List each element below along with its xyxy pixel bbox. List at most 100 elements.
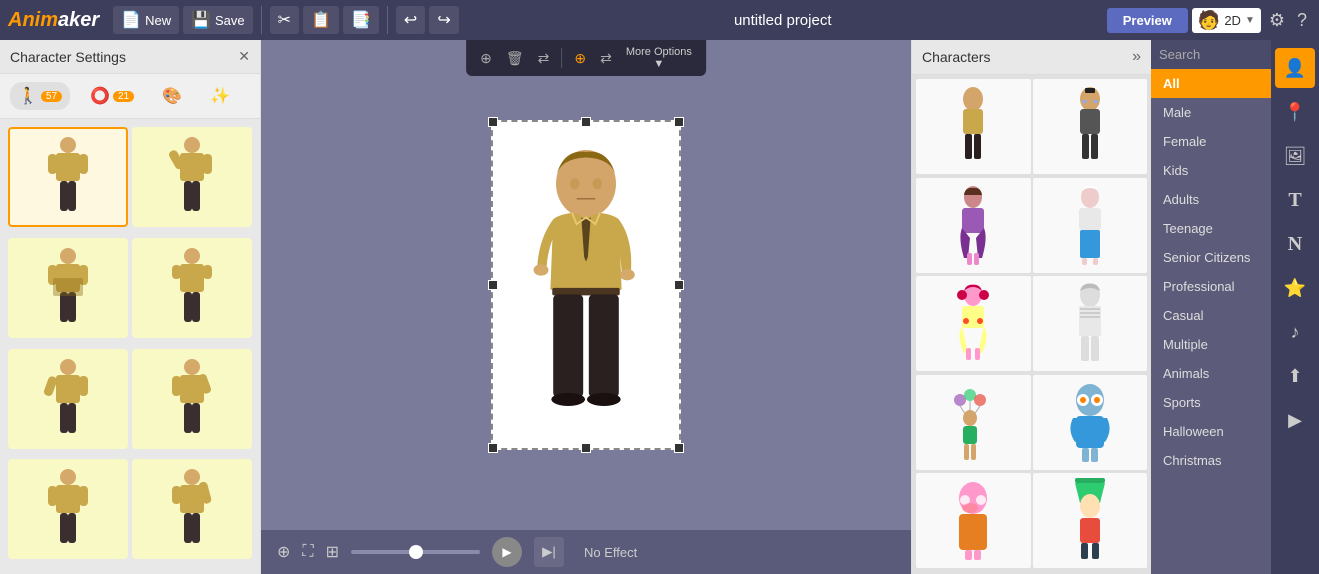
- cat-item-animals[interactable]: Animals: [1151, 359, 1271, 388]
- title-icon-button[interactable]: N: [1275, 224, 1315, 264]
- undo-button[interactable]: ↩: [396, 6, 425, 34]
- new-icon: 📄: [121, 10, 141, 30]
- delete-button[interactable]: 🗑: [500, 46, 530, 71]
- pose-svg-1: [38, 132, 98, 222]
- pose-item-8[interactable]: [132, 459, 252, 559]
- paste-button[interactable]: 📑: [343, 6, 379, 34]
- pose-item-6[interactable]: [132, 349, 252, 449]
- char-item-6[interactable]: [1033, 276, 1148, 371]
- handle-left-middle[interactable]: [488, 280, 498, 290]
- preview-button[interactable]: Preview: [1107, 8, 1188, 33]
- settings-button[interactable]: ⚙: [1265, 6, 1289, 35]
- flip-button[interactable]: ⇄: [532, 46, 556, 71]
- left-panel: Character Settings ✕ 🚶 57 ⭕ 21 🎨 ✨: [0, 40, 261, 574]
- characters-title: Characters: [922, 49, 990, 65]
- cat-item-casual[interactable]: Casual: [1151, 301, 1271, 330]
- main-area: Character Settings ✕ 🚶 57 ⭕ 21 🎨 ✨: [0, 40, 1319, 574]
- text-icon-button[interactable]: T: [1275, 180, 1315, 220]
- favorites-icon-button[interactable]: ⭐: [1275, 268, 1315, 308]
- characters-expand-button[interactable]: »: [1132, 48, 1141, 66]
- cat-item-christmas[interactable]: Christmas: [1151, 446, 1271, 475]
- cut-button[interactable]: ✂: [270, 6, 299, 34]
- location-icon-button[interactable]: 📍: [1275, 92, 1315, 132]
- pose-item-2[interactable]: [132, 127, 252, 227]
- cat-item-multiple[interactable]: Multiple: [1151, 330, 1271, 359]
- cat-item-teenage[interactable]: Teenage: [1151, 214, 1271, 243]
- help-button[interactable]: ?: [1293, 6, 1311, 35]
- char-item-3[interactable]: [916, 178, 1031, 273]
- handle-right-middle[interactable]: [674, 280, 684, 290]
- mode-selector[interactable]: 🧑 2D ▼: [1192, 8, 1261, 33]
- handle-bottom-left[interactable]: [488, 443, 498, 453]
- more-options-button[interactable]: More Options ▼: [620, 44, 698, 72]
- canvas[interactable]: [261, 40, 911, 530]
- char-item-10[interactable]: [1033, 473, 1148, 568]
- new-button[interactable]: 📄 New: [113, 6, 179, 34]
- icon-panel: 👤 📍 🖼 T N ⭐ ♪ ⬆ ▶: [1271, 40, 1319, 574]
- char-item-2[interactable]: [1033, 79, 1148, 174]
- panel-close-button[interactable]: ✕: [238, 48, 250, 65]
- cat-item-male[interactable]: Male: [1151, 98, 1271, 127]
- separator2: [387, 6, 388, 34]
- grid-button[interactable]: ⊞: [326, 542, 339, 562]
- colors-tab[interactable]: 🎨: [154, 82, 190, 110]
- save-icon: 💾: [191, 10, 211, 30]
- handle-top-right[interactable]: [674, 117, 684, 127]
- char-svg-10: [1065, 478, 1115, 563]
- pose-svg-2: [162, 132, 222, 222]
- pose-item-3[interactable]: [8, 238, 128, 338]
- image-icon: 🖼: [1284, 146, 1307, 167]
- copy-button[interactable]: 📋: [303, 6, 339, 34]
- pose-grid: [0, 119, 260, 574]
- cat-item-professional[interactable]: Professional: [1151, 272, 1271, 301]
- handle-bottom-middle[interactable]: [581, 443, 591, 453]
- cat-item-senior[interactable]: Senior Citizens: [1151, 243, 1271, 272]
- pose-item-5[interactable]: [8, 349, 128, 449]
- more-options-arrow: ▼: [653, 58, 664, 70]
- pose-svg-3: [38, 243, 98, 333]
- cat-item-sports[interactable]: Sports: [1151, 388, 1271, 417]
- char-item-1[interactable]: [916, 79, 1031, 174]
- pose-item-4[interactable]: [132, 238, 252, 338]
- characters-icon-button[interactable]: 👤: [1275, 48, 1315, 88]
- character-frame[interactable]: [491, 120, 681, 450]
- cat-item-kids[interactable]: Kids: [1151, 156, 1271, 185]
- cat-item-adults[interactable]: Adults: [1151, 185, 1271, 214]
- video-icon-button[interactable]: ▶: [1275, 400, 1315, 440]
- handle-top-middle[interactable]: [581, 117, 591, 127]
- char-item-8[interactable]: [1033, 375, 1148, 470]
- char-item-5[interactable]: fill: [916, 276, 1031, 371]
- swap-button[interactable]: ⇄: [594, 46, 618, 71]
- fit-view-button[interactable]: ⊕: [277, 542, 290, 562]
- zoom-slider[interactable]: [351, 550, 480, 554]
- characters-grid: fill: [912, 75, 1151, 574]
- cat-item-all[interactable]: All: [1151, 69, 1271, 98]
- cat-item-halloween[interactable]: Halloween: [1151, 417, 1271, 446]
- transform-button[interactable]: ⊕: [568, 46, 592, 71]
- cat-item-female[interactable]: Female: [1151, 127, 1271, 156]
- char-item-4[interactable]: [1033, 178, 1148, 273]
- cut-icon: ✂: [278, 10, 291, 30]
- copy-icon: 📋: [311, 10, 331, 30]
- music-icon-button[interactable]: ♪: [1275, 312, 1315, 352]
- align-button[interactable]: ⊕: [474, 46, 498, 71]
- play-button[interactable]: ▶: [492, 537, 522, 567]
- fullscreen-button[interactable]: ⛶: [302, 543, 313, 561]
- poses-tab[interactable]: 🚶 57: [10, 82, 70, 110]
- category-list: All Male Female Kids Adults Teenage Seni…: [1151, 69, 1271, 574]
- pose-svg-5: [38, 354, 98, 444]
- pose-item-7[interactable]: [8, 459, 128, 559]
- toolbar-separator: [561, 48, 562, 68]
- char-item-7[interactable]: [916, 375, 1031, 470]
- magic-tab[interactable]: ✨: [202, 82, 238, 110]
- char-item-9[interactable]: [916, 473, 1031, 568]
- image-icon-button[interactable]: 🖼: [1275, 136, 1315, 176]
- step-forward-button[interactable]: ▶|: [534, 537, 564, 567]
- handle-top-left[interactable]: [488, 117, 498, 127]
- save-button[interactable]: 💾 Save: [183, 6, 253, 34]
- props-tab[interactable]: ⭕ 21: [82, 82, 142, 110]
- handle-bottom-right[interactable]: [674, 443, 684, 453]
- redo-button[interactable]: ↪: [429, 6, 458, 34]
- upload-icon-button[interactable]: ⬆: [1275, 356, 1315, 396]
- pose-item-1[interactable]: [8, 127, 128, 227]
